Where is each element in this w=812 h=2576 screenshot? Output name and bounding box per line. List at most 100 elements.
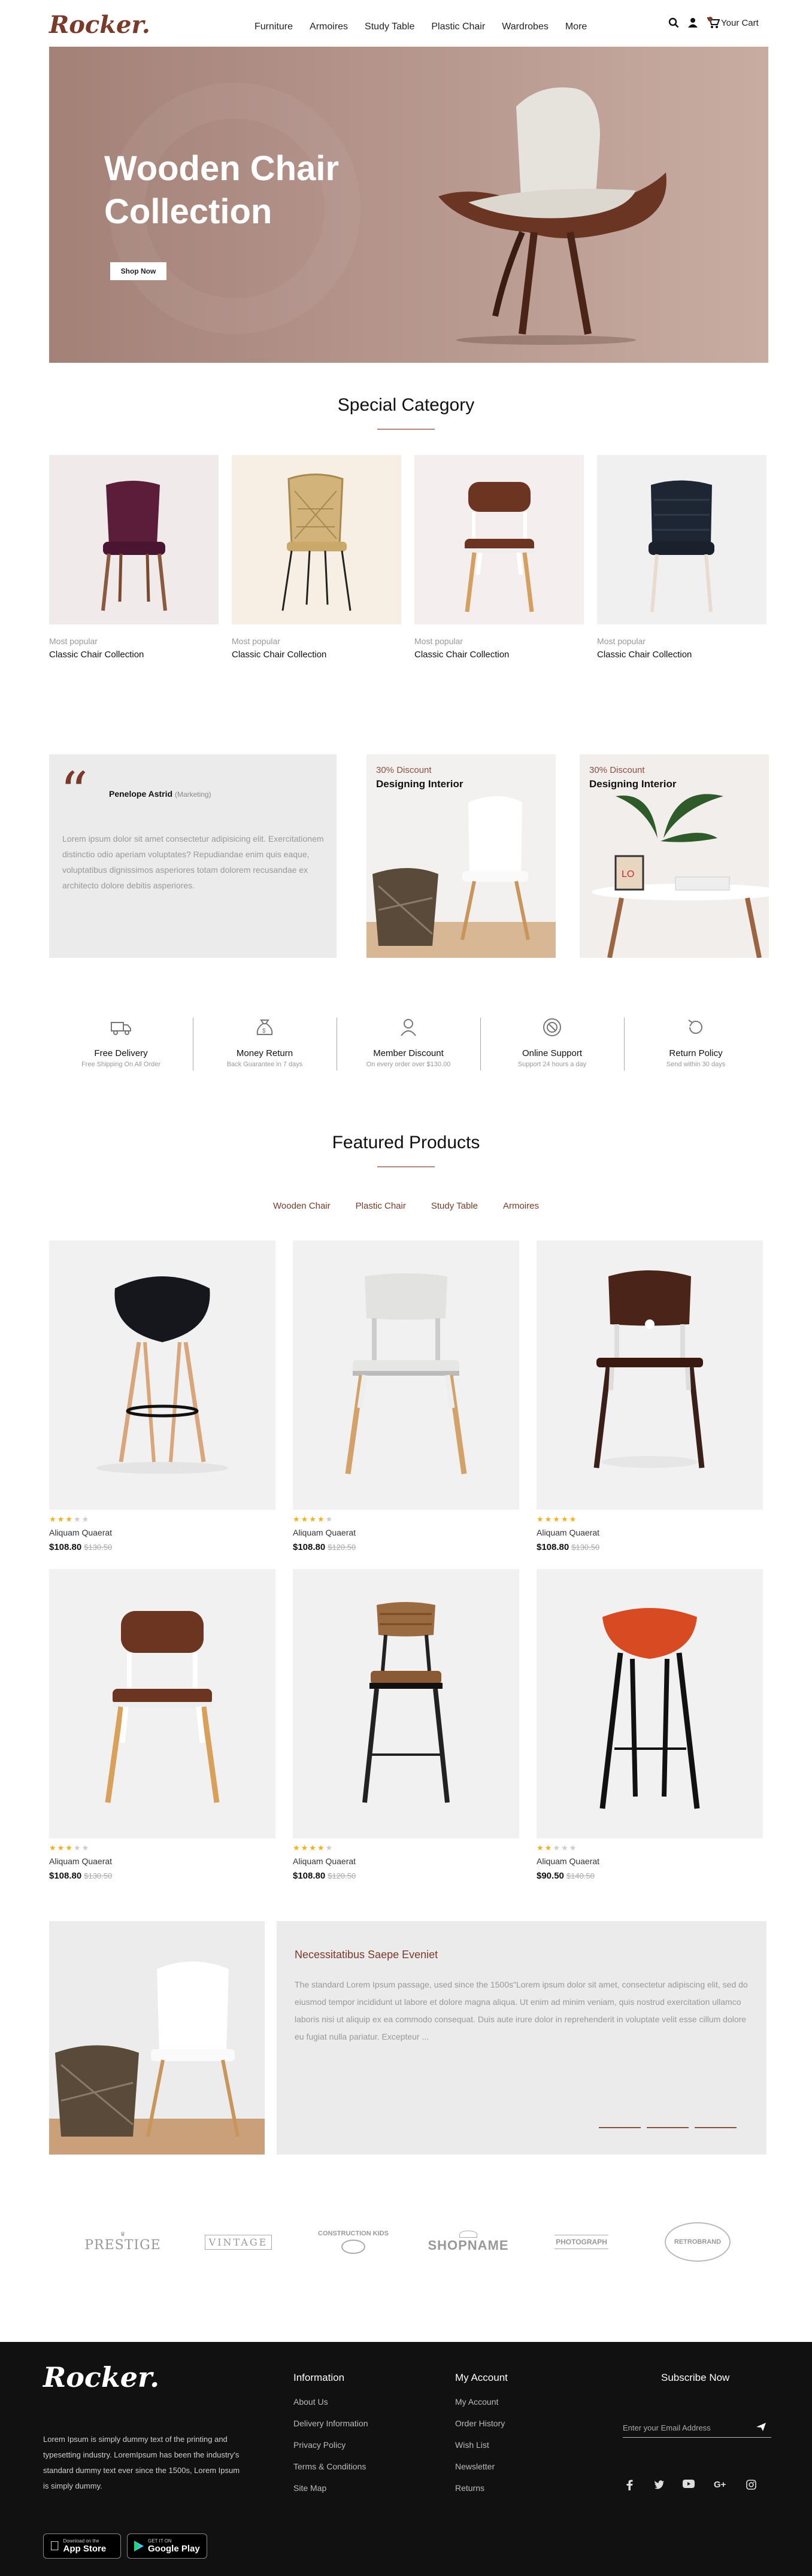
category-card[interactable]: Most popular Classic Chair Collection bbox=[597, 455, 766, 660]
site-logo[interactable]: Rocker. bbox=[49, 11, 150, 39]
slider-dot[interactable] bbox=[695, 2127, 737, 2128]
brand-logo[interactable]: VINTAGE bbox=[202, 2221, 274, 2263]
footer-link[interactable]: Newsletter bbox=[455, 2462, 508, 2471]
product-card[interactable]: ★★★★★ Aliquam Quaerat $108.80 $130.50 bbox=[49, 1569, 275, 1881]
promo-discount: 30% Discount bbox=[589, 765, 645, 775]
product-card[interactable]: ★★★★★ Aliquam Quaerat $90.50 $140.50 bbox=[537, 1569, 763, 1881]
nav-item-furniture[interactable]: Furniture bbox=[254, 22, 293, 32]
cart-icon bbox=[707, 17, 720, 28]
category-name: Classic Chair Collection bbox=[414, 650, 510, 660]
product-rating: ★★★★★ bbox=[537, 1843, 578, 1852]
category-card[interactable]: Most popular Classic Chair Collection bbox=[49, 455, 219, 660]
product-tabs: Wooden Chair Plastic Chair Study Table A… bbox=[0, 1201, 812, 1211]
apple-icon:  bbox=[50, 2538, 60, 2554]
brand-logo[interactable]: CONSTRUCTION KIDS bbox=[311, 2221, 395, 2263]
price-old: $130.50 bbox=[84, 1871, 113, 1880]
category-card[interactable]: Most popular Classic Chair Collection bbox=[414, 455, 584, 660]
footer-description: Lorem Ipsum is simply dummy text of the … bbox=[43, 2435, 240, 2490]
category-card[interactable]: Most popular Classic Chair Collection bbox=[232, 455, 401, 660]
footer-logo[interactable]: Rocker. bbox=[43, 2361, 159, 2393]
product-name: Aliquam Quaerat bbox=[49, 1856, 113, 1866]
appstore-big: App Store bbox=[53, 2544, 107, 2554]
brand-name: CONSTRUCTION KIDS bbox=[318, 2230, 389, 2237]
send-icon[interactable] bbox=[756, 2422, 766, 2432]
footer-link[interactable]: About Us bbox=[293, 2397, 368, 2407]
footer-link[interactable]: Order History bbox=[455, 2419, 508, 2428]
brand-name: SHOPNAME bbox=[428, 2238, 509, 2253]
footer-link[interactable]: Terms & Conditions bbox=[293, 2462, 368, 2471]
google-play-button[interactable]: GET IT ON Google Play bbox=[127, 2533, 207, 2559]
brand-logo[interactable]: RETROBRAND bbox=[659, 2221, 737, 2263]
slider-dot[interactable] bbox=[599, 2127, 641, 2128]
product-card[interactable]: ★★★★★ Aliquam Quaerat $108.80 $130.50 bbox=[49, 1240, 275, 1552]
member-icon bbox=[401, 1019, 416, 1036]
nav-item-more[interactable]: More bbox=[565, 22, 587, 32]
footer-link[interactable]: Wish List bbox=[455, 2440, 508, 2450]
price-current: $108.80 bbox=[49, 1542, 82, 1552]
svg-text:$: $ bbox=[262, 1028, 266, 1034]
feature-title: Member Discount bbox=[373, 1048, 444, 1058]
nav-item-wardrobes[interactable]: Wardrobes bbox=[502, 22, 549, 32]
footer-link[interactable]: Delivery Information bbox=[293, 2419, 368, 2428]
facebook-icon[interactable] bbox=[625, 2480, 634, 2490]
promo-title: Designing Interior bbox=[376, 778, 463, 790]
email-field[interactable]: Enter your Email Address bbox=[623, 2420, 771, 2438]
tab-wooden-chair[interactable]: Wooden Chair bbox=[273, 1201, 331, 1211]
blog-title[interactable]: Necessitatibus Saepe Eveniet bbox=[295, 1949, 438, 1961]
feature-member-discount: Member Discount On every order over $130… bbox=[337, 1015, 480, 1068]
youtube-icon[interactable] bbox=[683, 2480, 695, 2488]
category-image bbox=[49, 455, 219, 624]
google-plus-icon[interactable]: G+ bbox=[714, 2480, 726, 2490]
footer-my-account: My Account My Account Order History Wish… bbox=[455, 2372, 508, 2493]
nav-item-study-table[interactable]: Study Table bbox=[365, 22, 414, 32]
footer-link[interactable]: Returns bbox=[455, 2483, 508, 2493]
footer-link[interactable]: Privacy Policy bbox=[293, 2440, 368, 2450]
promo-card[interactable]: LO 30% Discount Designing Interior bbox=[580, 754, 769, 958]
footer-link[interactable]: My Account bbox=[455, 2397, 508, 2407]
testimonial-text: Lorem ipsum dolor sit amet consectetur a… bbox=[62, 834, 324, 890]
subscribe-title: Subscribe Now bbox=[661, 2372, 730, 2383]
brand-logo[interactable]: ♛ PRESTIGE bbox=[84, 2221, 162, 2263]
tab-plastic-chair[interactable]: Plastic Chair bbox=[356, 1201, 406, 1211]
slider-dot[interactable] bbox=[647, 2127, 689, 2128]
product-card[interactable]: ★★★★★ Aliquam Quaerat $108.80 $130.50 bbox=[537, 1240, 763, 1552]
hero-title-line2: Collection bbox=[104, 192, 272, 231]
product-image bbox=[537, 1240, 763, 1510]
tab-study-table[interactable]: Study Table bbox=[431, 1201, 478, 1211]
twitter-icon[interactable] bbox=[654, 2480, 665, 2489]
brand-logo[interactable]: PHOTOGRAPH bbox=[543, 2221, 620, 2263]
page: Rocker. Furniture Armoires Study Table P… bbox=[0, 0, 812, 2576]
search-icon[interactable] bbox=[668, 17, 679, 28]
nav-item-armoires[interactable]: Armoires bbox=[310, 22, 348, 32]
testimonial-author: Penelope Astrid (Marketing) bbox=[109, 789, 211, 799]
brand-name: RETROBRAND bbox=[665, 2222, 731, 2262]
header-actions: Your Cart bbox=[668, 17, 759, 29]
price-old: $120.50 bbox=[328, 1543, 356, 1552]
price-current: $108.80 bbox=[293, 1542, 326, 1552]
appstore-small: Download on the bbox=[53, 2538, 99, 2544]
blog-content: Necessitatibus Saepe Eveniet The standar… bbox=[277, 1921, 766, 2155]
nav-item-plastic-chair[interactable]: Plastic Chair bbox=[431, 22, 485, 32]
gplay-big: Google Play bbox=[148, 2544, 200, 2554]
shop-now-button[interactable]: Shop Now bbox=[110, 262, 166, 280]
user-icon[interactable] bbox=[687, 17, 698, 28]
promo-card[interactable]: 30% Discount Designing Interior bbox=[366, 754, 556, 958]
brand-logo[interactable]: SHOPNAME bbox=[426, 2221, 510, 2263]
product-card[interactable]: ★★★★★ Aliquam Quaerat $108.80 $120.50 bbox=[293, 1569, 519, 1881]
product-card[interactable]: ★★★★★ Aliquam Quaerat $108.80 $120.50 bbox=[293, 1240, 519, 1552]
cart-button[interactable]: Your Cart bbox=[707, 17, 759, 29]
price-old: $120.50 bbox=[328, 1871, 356, 1880]
feature-sub: On every order over $130.00 bbox=[366, 1061, 451, 1068]
app-store-button[interactable]:  Download on theApp Store bbox=[43, 2533, 121, 2559]
special-category-underline bbox=[377, 429, 435, 430]
product-name: Aliquam Quaerat bbox=[49, 1528, 113, 1537]
feature-sub: Back Guarantee in 7 days bbox=[226, 1061, 303, 1068]
footer-link[interactable]: Site Map bbox=[293, 2483, 368, 2493]
tab-armoires[interactable]: Armoires bbox=[503, 1201, 539, 1211]
instagram-icon[interactable] bbox=[746, 2480, 756, 2490]
author-name: Penelope Astrid bbox=[109, 789, 173, 799]
featured-products-underline bbox=[377, 1166, 435, 1167]
product-image bbox=[49, 1569, 275, 1838]
category-image bbox=[232, 455, 401, 624]
brand-name: VINTAGE bbox=[204, 2234, 272, 2250]
